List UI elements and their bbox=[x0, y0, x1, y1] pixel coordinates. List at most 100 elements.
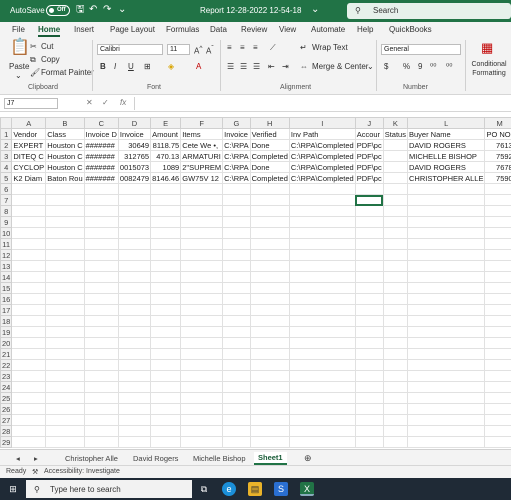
cell-g23[interactable] bbox=[222, 370, 251, 382]
conditional-formatting-button[interactable]: Conditional Formatting bbox=[468, 60, 510, 78]
italic-button[interactable]: I bbox=[114, 62, 116, 72]
cell-a26[interactable] bbox=[11, 403, 47, 415]
cell-g8[interactable] bbox=[222, 205, 251, 217]
cell-j9[interactable] bbox=[354, 216, 384, 228]
cell-f8[interactable] bbox=[180, 205, 224, 217]
cell-j26[interactable] bbox=[354, 403, 384, 415]
row-header[interactable]: 11 bbox=[0, 238, 13, 250]
decrease-font-icon[interactable]: Aˇ bbox=[206, 44, 214, 57]
cell-d6[interactable] bbox=[117, 183, 152, 195]
row-header[interactable]: 28 bbox=[0, 425, 13, 437]
cell-c24[interactable] bbox=[83, 381, 119, 393]
cell-h5[interactable]: Completed bbox=[249, 172, 290, 184]
cell-g29[interactable] bbox=[222, 436, 251, 448]
cell-m15[interactable] bbox=[484, 282, 511, 294]
cell-f1[interactable]: Items bbox=[180, 128, 224, 140]
underline-button[interactable]: U bbox=[128, 62, 134, 72]
cell-k26[interactable] bbox=[382, 403, 408, 415]
tab-file[interactable]: File bbox=[12, 25, 25, 34]
cell-m6[interactable] bbox=[484, 183, 511, 195]
cell-a5[interactable]: K2 Diam bbox=[11, 172, 47, 184]
cell-b14[interactable] bbox=[45, 271, 85, 283]
cell-g28[interactable] bbox=[222, 425, 251, 437]
cell-h26[interactable] bbox=[249, 403, 290, 415]
cell-f6[interactable] bbox=[180, 183, 224, 195]
cell-j17[interactable] bbox=[354, 304, 384, 316]
name-box[interactable]: J7 bbox=[4, 98, 58, 109]
cell-m20[interactable] bbox=[484, 337, 511, 349]
cell-m14[interactable] bbox=[484, 271, 511, 283]
cell-j28[interactable] bbox=[354, 425, 384, 437]
cell-k20[interactable] bbox=[382, 337, 408, 349]
cell-j12[interactable] bbox=[354, 249, 384, 261]
column-header-c[interactable]: C bbox=[83, 117, 119, 129]
decrease-indent-icon[interactable]: ⇤ bbox=[268, 62, 275, 72]
cell-j29[interactable] bbox=[354, 436, 384, 448]
cell-e15[interactable] bbox=[150, 282, 182, 294]
cell-e1[interactable]: Amount bbox=[150, 128, 182, 140]
cell-g13[interactable] bbox=[222, 260, 251, 272]
save-icon[interactable]: 🖫 bbox=[76, 4, 85, 16]
cell-g12[interactable] bbox=[222, 249, 251, 261]
redo-icon[interactable]: ↷ bbox=[103, 4, 111, 16]
cell-c10[interactable] bbox=[83, 227, 119, 239]
cell-c20[interactable] bbox=[83, 337, 119, 349]
cell-g16[interactable] bbox=[222, 293, 251, 305]
cell-h23[interactable] bbox=[249, 370, 290, 382]
cell-f29[interactable] bbox=[180, 436, 224, 448]
row-header[interactable]: 7 bbox=[0, 194, 13, 206]
cell-j22[interactable] bbox=[354, 359, 384, 371]
cell-g4[interactable]: C:\RPA bbox=[222, 161, 251, 173]
row-header[interactable]: 5 bbox=[0, 172, 13, 184]
worksheet-table[interactable]: A B C D E F G H I J K L M 1 Vendor Class Invoice D Invoic… bbox=[0, 117, 511, 448]
row-header[interactable]: 10 bbox=[0, 227, 13, 239]
cell-b23[interactable] bbox=[45, 370, 85, 382]
cell-k1[interactable]: Status bbox=[382, 128, 408, 140]
cell-g17[interactable] bbox=[222, 304, 251, 316]
cell-d12[interactable] bbox=[117, 249, 152, 261]
excel-icon[interactable]: X bbox=[300, 482, 314, 496]
cell-l27[interactable] bbox=[406, 414, 486, 426]
cell-m25[interactable] bbox=[484, 392, 511, 404]
cell-m5[interactable]: 7590 bbox=[484, 172, 511, 184]
cell-h8[interactable] bbox=[249, 205, 290, 217]
cell-h7[interactable] bbox=[249, 194, 290, 206]
cell-f10[interactable] bbox=[180, 227, 224, 239]
cell-e23[interactable] bbox=[150, 370, 182, 382]
cell-c27[interactable] bbox=[83, 414, 119, 426]
number-format-select[interactable]: General bbox=[381, 44, 461, 55]
font-name-select[interactable]: Calibri bbox=[97, 44, 163, 55]
cell-m13[interactable] bbox=[484, 260, 511, 272]
cell-f9[interactable] bbox=[180, 216, 224, 228]
cell-k4[interactable] bbox=[382, 161, 408, 173]
cell-b10[interactable] bbox=[45, 227, 85, 239]
cell-k2[interactable] bbox=[382, 139, 408, 151]
cell-e8[interactable] bbox=[150, 205, 182, 217]
cell-a25[interactable] bbox=[11, 392, 47, 404]
cell-b4[interactable]: Houston C bbox=[45, 161, 85, 173]
cell-l17[interactable] bbox=[406, 304, 486, 316]
cell-a28[interactable] bbox=[11, 425, 47, 437]
cell-b18[interactable] bbox=[45, 315, 85, 327]
cell-m4[interactable]: 7678 bbox=[484, 161, 511, 173]
cell-k22[interactable] bbox=[382, 359, 408, 371]
cell-d1[interactable]: Invoice bbox=[117, 128, 152, 140]
cell-i20[interactable] bbox=[288, 337, 356, 349]
cell-g5[interactable]: C:\RPA bbox=[222, 172, 251, 184]
cell-g22[interactable] bbox=[222, 359, 251, 371]
column-header-g[interactable]: G bbox=[222, 117, 251, 129]
row-header[interactable]: 20 bbox=[0, 337, 13, 349]
cell-k11[interactable] bbox=[382, 238, 408, 250]
cell-b25[interactable] bbox=[45, 392, 85, 404]
cell-i1[interactable]: Inv Path bbox=[288, 128, 356, 140]
decrease-decimal-icon[interactable]: ⁰⁰ bbox=[446, 62, 452, 72]
cell-l8[interactable] bbox=[406, 205, 486, 217]
cell-j8[interactable] bbox=[354, 205, 384, 217]
cell-d14[interactable] bbox=[117, 271, 152, 283]
cell-e27[interactable] bbox=[150, 414, 182, 426]
cell-e2[interactable]: 8118.75 bbox=[150, 139, 182, 151]
cell-b11[interactable] bbox=[45, 238, 85, 250]
cell-e29[interactable] bbox=[150, 436, 182, 448]
column-header-h[interactable]: H bbox=[249, 117, 290, 129]
cell-j20[interactable] bbox=[354, 337, 384, 349]
